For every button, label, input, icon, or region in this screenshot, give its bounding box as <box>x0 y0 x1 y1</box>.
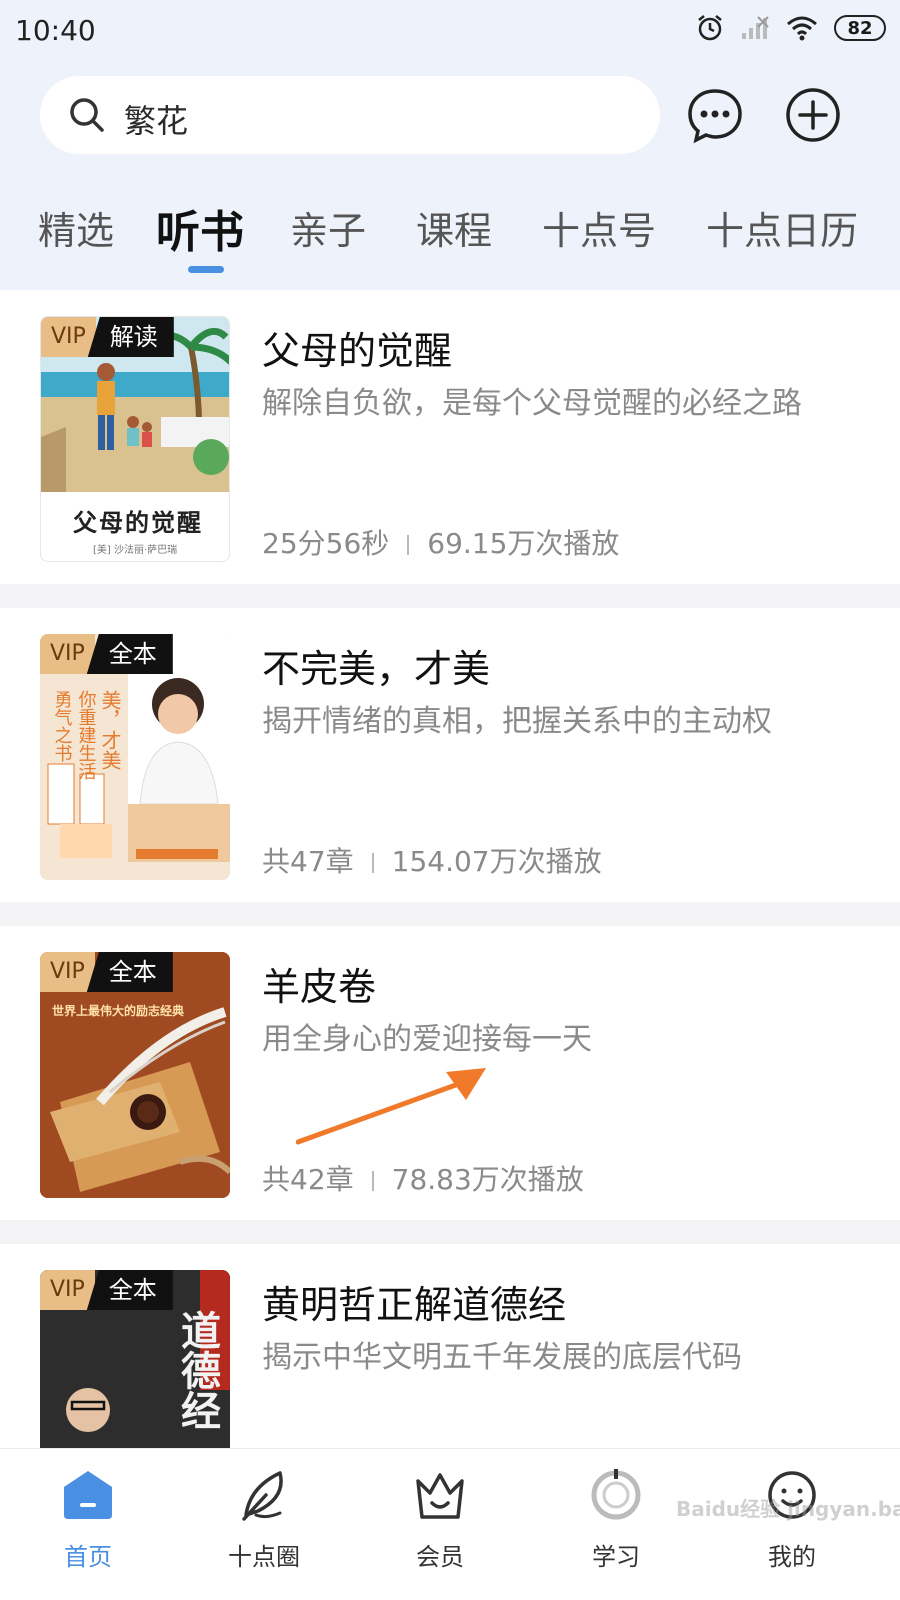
svg-text:美，才美: 美，才美 <box>98 690 122 770</box>
annotation-arrow <box>296 1068 486 1145</box>
meta-divider <box>371 1171 374 1191</box>
book-title[interactable]: 羊皮卷 <box>262 956 376 1011</box>
vip-badge: VIP <box>41 317 96 357</box>
cover-title: 父母的觉醒 <box>73 508 203 537</box>
book-plays: 69.15万次播放 <box>427 527 620 560</box>
nav-circle-label: 十点圈 <box>228 1543 300 1571</box>
tab-parenting[interactable]: 亲子 <box>290 200 366 255</box>
book-duration: 25分56秒 <box>262 527 390 560</box>
book-badge: VIP 全本 <box>40 952 173 992</box>
meta-divider <box>407 535 410 555</box>
book-chapters: 共47章 <box>262 845 354 878</box>
book-subtitle: 解除自负欲，是每个父母觉醒的必经之路 <box>262 386 802 421</box>
nav-study[interactable]: 学习 <box>556 1467 676 1572</box>
svg-text:你重建生活: 你重建生活 <box>76 690 97 780</box>
book-plays: 154.07万次播放 <box>391 845 602 878</box>
book-title[interactable]: 不完美，才美 <box>262 638 490 693</box>
type-badge: 全本 <box>86 952 173 992</box>
message-icon[interactable] <box>686 86 744 144</box>
svg-text:勇气之书: 勇气之书 <box>52 690 73 762</box>
tab-audiobooks[interactable]: 听书 <box>156 196 244 260</box>
book-plays: 78.83万次播放 <box>391 1163 584 1196</box>
type-badge: 全本 <box>86 634 173 674</box>
watermark: Baidu经验 jingyan.baidu.com <box>676 1497 900 1521</box>
book-subtitle: 揭开情绪的真相，把握关系中的主动权 <box>262 704 772 739</box>
home-icon <box>64 1471 112 1519</box>
study-icon <box>591 1469 641 1520</box>
type-badge: 解读 <box>87 317 174 357</box>
book-cover[interactable]: 勇气之书 你重建生活 美，才美 VIP 全本 <box>40 634 230 880</box>
meta-divider <box>371 853 374 873</box>
book-card[interactable]: 勇气之书 你重建生活 美，才美 VIP 全本 不完美，才美 揭开情绪的真相，把握… <box>0 608 900 902</box>
battery-indicator: 82 <box>834 15 886 41</box>
feather-icon <box>242 1471 283 1521</box>
cover-author: [美] 沙法丽·萨巴瑞 <box>93 545 178 556</box>
cover-title: 道德经 <box>174 1310 221 1430</box>
book-badge: VIP 全本 <box>40 1270 173 1310</box>
signal-icon <box>742 16 769 39</box>
search-input[interactable]: 繁花 <box>124 96 188 142</box>
book-title[interactable]: 黄明哲正解道德经 <box>262 1274 566 1329</box>
book-badge: VIP 全本 <box>40 634 173 674</box>
tab-featured[interactable]: 精选 <box>38 200 114 255</box>
nav-profile-label: 我的 <box>768 1543 816 1571</box>
tab-indicator <box>188 266 224 273</box>
book-cover[interactable]: 世界上最伟大的励志经典 VIP 全本 <box>40 952 230 1198</box>
nav-home[interactable]: 首页 <box>28 1467 148 1572</box>
wifi-icon <box>787 16 817 41</box>
status-bar: 10:40 82 <box>0 0 900 62</box>
book-title[interactable]: 父母的觉醒 <box>262 320 452 375</box>
nav-vip-label: 会员 <box>416 1543 464 1571</box>
bottom-nav: 首页 十点圈 会员 学习 我的 Baidu经验 jingyan.ba <box>0 1448 900 1600</box>
book-badge: VIP 解读 <box>41 317 174 357</box>
crown-icon <box>416 1473 464 1519</box>
book-card[interactable]: 父母的觉醒 [美] 沙法丽·萨巴瑞 VIP 解读 父母的觉醒 解除自负欲，是每个… <box>0 290 900 584</box>
search-bar[interactable]: 繁花 <box>40 76 660 154</box>
book-subtitle: 揭示中华文明五千年发展的底层代码 <box>262 1340 742 1375</box>
tab-shidian-calendar[interactable]: 十点日历 <box>706 200 858 255</box>
book-meta: 共42章 78.83万次播放 <box>262 1158 584 1198</box>
search-icon <box>70 98 104 132</box>
book-subtitle: 用全身心的爱迎接每一天 <box>262 1022 592 1057</box>
book-cover[interactable]: 父母的觉醒 [美] 沙法丽·萨巴瑞 VIP 解读 <box>40 316 230 562</box>
tab-courses[interactable]: 课程 <box>416 200 492 255</box>
cover-caption: 世界上最伟大的励志经典 <box>52 1004 185 1018</box>
add-icon[interactable] <box>784 86 842 144</box>
nav-vip[interactable]: 会员 <box>380 1467 500 1572</box>
vip-badge: VIP <box>40 952 95 992</box>
nav-home-label: 首页 <box>64 1543 112 1571</box>
category-tabs: 精选 听书 亲子 课程 十点号 十点日历 <box>0 200 900 280</box>
book-meta: 共47章 154.07万次播放 <box>262 840 602 880</box>
book-meta: 25分56秒 69.15万次播放 <box>262 522 619 562</box>
status-time: 10:40 <box>15 14 96 47</box>
vip-badge: VIP <box>40 1270 95 1310</box>
tab-shidian-account[interactable]: 十点号 <box>542 200 656 255</box>
vip-badge: VIP <box>40 634 95 674</box>
nav-study-label: 学习 <box>592 1543 640 1571</box>
status-icons: 82 <box>696 14 886 42</box>
book-chapters: 共42章 <box>262 1163 354 1196</box>
header-area: 10:40 82 繁花 精选 听书 亲子 课程 十点号 十点日历 <box>0 0 900 290</box>
type-badge: 全本 <box>86 1270 173 1310</box>
nav-circle[interactable]: 十点圈 <box>204 1467 324 1572</box>
alarm-icon <box>698 15 722 41</box>
